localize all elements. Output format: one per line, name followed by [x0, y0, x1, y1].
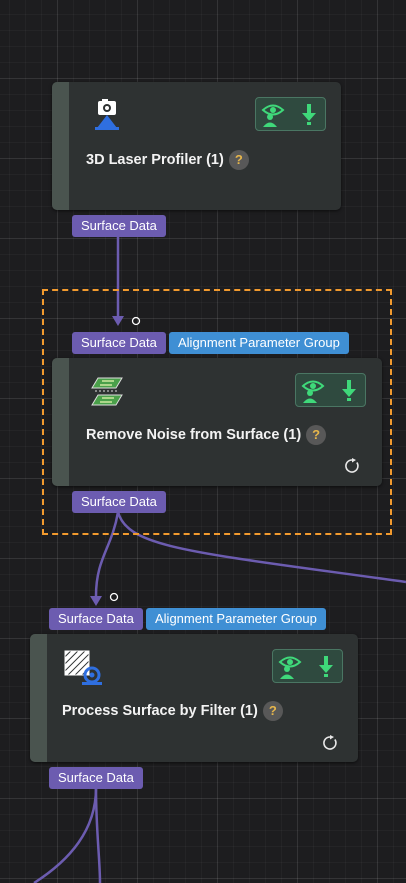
refresh-icon[interactable]	[344, 458, 360, 474]
download-icon[interactable]	[296, 101, 322, 127]
download-icon[interactable]	[336, 377, 362, 403]
output-port-surface-data[interactable]: Surface Data	[72, 491, 166, 513]
help-icon[interactable]: ?	[306, 425, 327, 445]
help-icon[interactable]: ?	[262, 701, 283, 721]
node-remove-noise-from-surface[interactable]: Remove Noise from Surface (1)?	[52, 358, 382, 486]
node-strip	[30, 634, 47, 762]
connection-arrow	[90, 596, 102, 606]
port-indicator-dot	[109, 592, 119, 602]
node-strip	[52, 82, 69, 210]
node-actions	[255, 97, 326, 131]
output-port-surface-data[interactable]: Surface Data	[49, 767, 143, 789]
node-strip	[52, 358, 69, 486]
camera-icon	[95, 99, 119, 130]
node-process-surface-by-filter[interactable]: Process Surface by Filter (1)?	[30, 634, 358, 762]
download-icon[interactable]	[313, 653, 339, 679]
node-actions	[295, 373, 366, 407]
connection-wire[interactable]	[33, 787, 98, 883]
layered-surface-icon	[91, 377, 123, 406]
node-title: Remove Noise from Surface (1)?	[86, 425, 327, 445]
input-port-surface-data[interactable]: Surface Data	[49, 608, 143, 630]
node-actions	[272, 649, 343, 683]
node-title: Process Surface by Filter (1)?	[62, 701, 283, 721]
refresh-icon[interactable]	[322, 735, 338, 751]
visualize-icon[interactable]	[300, 377, 326, 403]
node-title: 3D Laser Profiler (1)?	[86, 150, 249, 170]
filter-surface-icon	[64, 650, 102, 685]
visualize-icon[interactable]	[260, 101, 286, 127]
node-3d-laser-profiler[interactable]: 3D Laser Profiler (1)?	[52, 82, 341, 210]
input-port-alignment-parameter-group[interactable]: Alignment Parameter Group	[169, 332, 349, 354]
input-port-surface-data[interactable]: Surface Data	[72, 332, 166, 354]
connection-wire[interactable]	[94, 787, 102, 883]
input-port-alignment-parameter-group[interactable]: Alignment Parameter Group	[146, 608, 326, 630]
output-port-surface-data[interactable]: Surface Data	[72, 215, 166, 237]
help-icon[interactable]: ?	[228, 150, 249, 170]
visualize-icon[interactable]	[277, 653, 303, 679]
